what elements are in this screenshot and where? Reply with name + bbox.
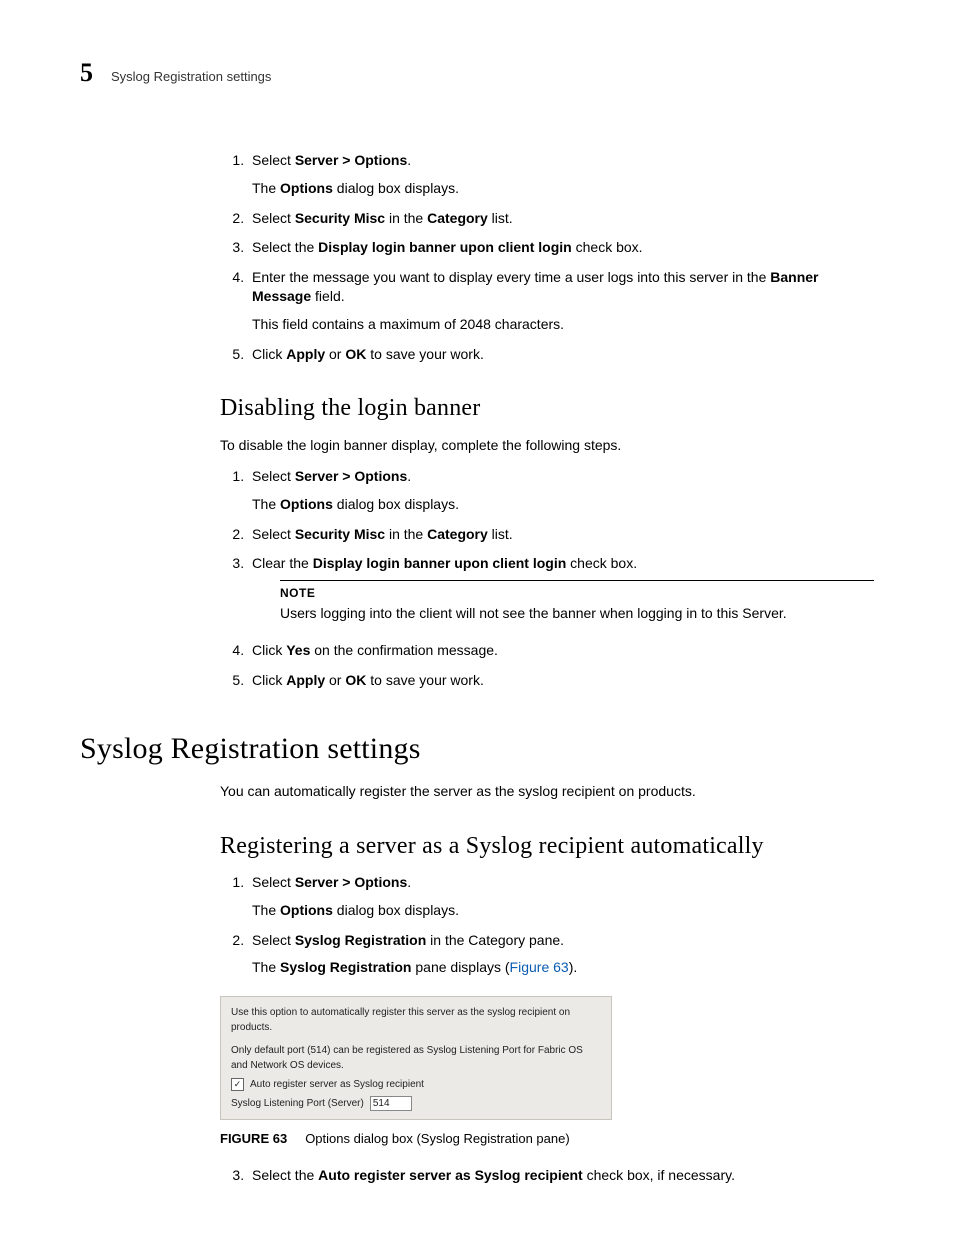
step-c3: Select the Auto register server as Syslo… — [248, 1166, 874, 1186]
figure-line2: Only default port (514) can be registere… — [231, 1043, 601, 1073]
figure-syslog-pane: Use this option to automatically registe… — [220, 996, 612, 1120]
step-c2: Select Syslog Registration in the Catego… — [248, 931, 874, 978]
figure-checkbox-label: Auto register server as Syslog recipient — [250, 1077, 424, 1092]
step-c1: Select Server > Options. The Options dia… — [248, 873, 874, 920]
step-b3: Clear the Display login banner upon clie… — [248, 554, 874, 623]
figure-link[interactable]: Figure 63 — [510, 959, 569, 975]
step-b5: Click Apply or OK to save your work. — [248, 671, 874, 691]
step-5: Click Apply or OK to save your work. — [248, 345, 874, 365]
step-c1-sub: The Options dialog box displays. — [252, 901, 874, 921]
content-column: Select Server > Options. The Options dia… — [220, 151, 874, 1185]
note-block: NOTE Users logging into the client will … — [280, 580, 874, 623]
intro-disabling: To disable the login banner display, com… — [220, 436, 874, 456]
page: 5 Syslog Registration settings Select Se… — [0, 0, 954, 1235]
chapter-number: 5 — [80, 55, 93, 91]
note-text: Users logging into the client will not s… — [280, 604, 874, 624]
step-2: Select Security Misc in the Category lis… — [248, 209, 874, 229]
figure-port-value: 514 — [370, 1096, 412, 1111]
heading-disabling-login-banner: Disabling the login banner — [220, 392, 874, 426]
figure-port-row: Syslog Listening Port (Server) 514 — [231, 1096, 601, 1111]
steps-list-disable-banner: Select Server > Options. The Options dia… — [220, 467, 874, 623]
step-1-sub: The Options dialog box displays. — [252, 179, 874, 199]
figure-caption-text: Options dialog box (Syslog Registration … — [305, 1131, 569, 1146]
intro-syslog: You can automatically register the serve… — [220, 782, 874, 802]
step-b4: Click Yes on the confirmation message. — [248, 641, 874, 661]
step-b2: Select Security Misc in the Category lis… — [248, 525, 874, 545]
figure-port-label: Syslog Listening Port (Server) — [231, 1096, 364, 1111]
step-4: Enter the message you want to display ev… — [248, 268, 874, 335]
steps-list-disable-banner-cont: Click Yes on the confirmation message. C… — [220, 641, 874, 690]
step-4-sub: This field contains a maximum of 2048 ch… — [252, 315, 874, 335]
running-title: Syslog Registration settings — [111, 68, 271, 86]
heading-syslog-registration-settings: Syslog Registration settings — [80, 728, 874, 770]
step-c2-sub: The Syslog Registration pane displays (F… — [252, 958, 874, 978]
note-label: NOTE — [280, 585, 874, 602]
step-1: Select Server > Options. The Options dia… — [248, 151, 874, 198]
steps-list-register-syslog-cont: Select the Auto register server as Syslo… — [220, 1166, 874, 1186]
steps-list-enable-banner: Select Server > Options. The Options dia… — [220, 151, 874, 364]
steps-list-register-syslog: Select Server > Options. The Options dia… — [220, 873, 874, 977]
step-3: Select the Display login banner upon cli… — [248, 238, 874, 258]
figure-caption: FIGURE 63 Options dialog box (Syslog Regi… — [220, 1130, 874, 1148]
step-b1-sub: The Options dialog box displays. — [252, 495, 874, 515]
heading-registering-server: Registering a server as a Syslog recipie… — [220, 830, 874, 864]
figure-caption-label: FIGURE 63 — [220, 1131, 287, 1146]
figure-line1: Use this option to automatically registe… — [231, 1005, 601, 1035]
running-header: 5 Syslog Registration settings — [80, 55, 874, 91]
figure-checkbox-row: ✓ Auto register server as Syslog recipie… — [231, 1077, 601, 1092]
step-b1: Select Server > Options. The Options dia… — [248, 467, 874, 514]
checkbox-icon: ✓ — [231, 1078, 244, 1091]
